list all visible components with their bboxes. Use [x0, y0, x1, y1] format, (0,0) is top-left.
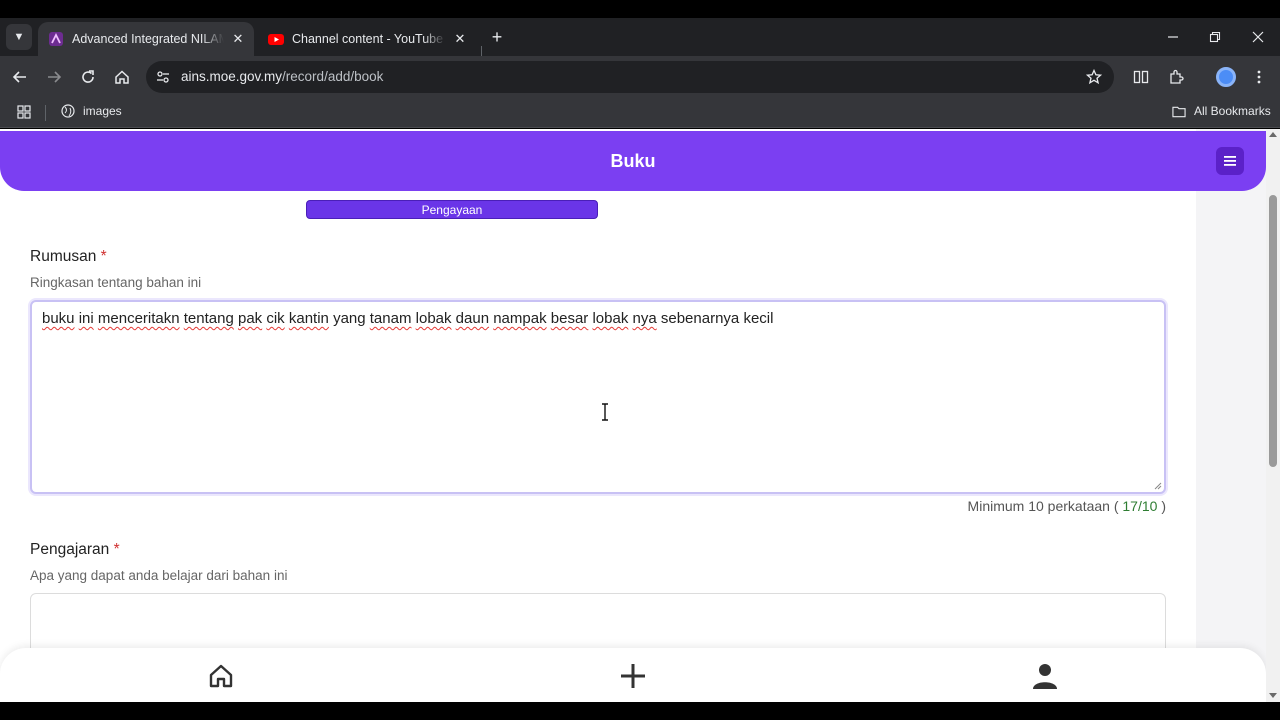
add-nav-button[interactable]	[617, 660, 649, 692]
scroll-down-icon[interactable]	[1269, 693, 1277, 698]
browser-menu-icon[interactable]	[1247, 65, 1271, 89]
page-scrollbar[interactable]	[1266, 129, 1280, 702]
tab-title: Advanced Integrated NILAM Sy	[72, 32, 224, 46]
home-nav-button[interactable]	[205, 660, 237, 692]
page-viewport: Buku Pengayaan Rumusan * Ringkasan tenta…	[0, 129, 1266, 702]
close-window-icon[interactable]	[1247, 26, 1269, 48]
browser-tab-bar: ▼ Advanced Integrated NILAM Sy ✕ Channel…	[0, 18, 1280, 64]
apps-grid-icon[interactable]	[16, 104, 32, 120]
minimize-icon[interactable]	[1162, 26, 1184, 48]
site-settings-icon[interactable]	[154, 68, 172, 86]
url-domain: ains.moe.gov.my	[181, 69, 283, 84]
rumusan-word: buku	[42, 310, 75, 327]
rumusan-word: ini	[78, 310, 94, 327]
counter-value: 17/10	[1122, 498, 1158, 514]
rumusan-word: daun	[455, 310, 490, 327]
rumusan-text: buku ini menceritakn tentang pak cik kan…	[42, 310, 773, 327]
screen: ▼ Advanced Integrated NILAM Sy ✕ Channel…	[0, 0, 1280, 720]
plus-icon	[621, 664, 645, 688]
home-icon	[209, 664, 233, 688]
profile-avatar-icon[interactable]	[1216, 67, 1236, 87]
app-header: Buku	[0, 131, 1266, 191]
tab-title: Channel content - YouTube Stu	[292, 32, 446, 46]
home-browser-icon[interactable]	[110, 65, 134, 89]
rumusan-label-text: Rumusan	[30, 248, 97, 265]
rumusan-word: kecil	[743, 310, 774, 327]
reading-list-icon[interactable]	[1129, 65, 1153, 89]
rumusan-word: lobak	[592, 310, 629, 327]
rumusan-word: kantin	[288, 310, 329, 327]
counter-suffix: )	[1157, 498, 1166, 514]
rumusan-word: nya	[632, 310, 657, 327]
rumusan-word: lobak	[415, 310, 452, 327]
tab-youtube-studio[interactable]: Channel content - YouTube Stu ✕	[258, 22, 476, 56]
rumusan-word: nampak	[493, 310, 547, 327]
rumusan-word: menceritakn	[97, 310, 180, 327]
rumusan-help: Ringkasan tentang bahan ini	[30, 275, 202, 290]
category-chip[interactable]: Pengayaan	[306, 200, 598, 219]
bottom-nav	[0, 648, 1266, 702]
back-icon[interactable]	[8, 65, 32, 89]
menu-icon	[1224, 156, 1236, 166]
pengajaran-label: Pengajaran *	[30, 541, 120, 559]
counter-prefix: Minimum 10 perkataan (	[967, 498, 1123, 514]
bookmark-separator	[45, 105, 46, 121]
word-counter: Minimum 10 perkataan ( 17/10 )	[860, 498, 1166, 514]
scroll-up-icon[interactable]	[1269, 132, 1277, 137]
rumusan-word: yang	[333, 310, 366, 327]
bookmark-label: images	[83, 104, 122, 118]
rumusan-word: sebenarnya	[660, 310, 740, 327]
globe-icon	[61, 104, 75, 118]
new-tab-icon[interactable]: +	[486, 26, 508, 48]
bottom-strip	[0, 702, 1280, 720]
rumusan-label: Rumusan *	[30, 248, 107, 266]
bookmark-star-icon[interactable]	[1084, 67, 1104, 87]
required-mark: *	[100, 248, 107, 265]
tab-search-dropdown-icon[interactable]: ▼	[6, 24, 32, 50]
all-bookmarks-label: All Bookmarks	[1194, 104, 1271, 118]
pengajaran-label-text: Pengajaran	[30, 541, 110, 558]
folder-icon	[1172, 104, 1186, 118]
text-cursor-icon	[602, 403, 608, 421]
all-bookmarks[interactable]: All Bookmarks	[1172, 104, 1271, 118]
extensions-icon[interactable]	[1164, 65, 1188, 89]
bookmarks-bar: images All Bookmarks	[0, 98, 1280, 128]
scroll-thumb[interactable]	[1269, 195, 1277, 467]
tab-close-icon[interactable]: ✕	[230, 31, 246, 47]
url-path: /record/add/book	[282, 69, 384, 84]
tab-ains[interactable]: Advanced Integrated NILAM Sy ✕	[38, 22, 254, 56]
browser-toolbar: ains.moe.gov.my/record/add/book	[0, 56, 1280, 98]
restore-icon[interactable]	[1204, 26, 1226, 48]
rumusan-word: cik	[266, 310, 285, 327]
hamburger-menu-button[interactable]	[1216, 147, 1244, 175]
page-title: Buku	[610, 150, 656, 171]
reload-icon[interactable]	[76, 65, 100, 89]
user-icon	[1033, 664, 1057, 689]
rumusan-textarea[interactable]: buku ini menceritakn tentang pak cik kan…	[30, 300, 1166, 494]
forward-icon[interactable]	[42, 65, 66, 89]
youtube-favicon-icon	[268, 31, 284, 47]
resize-handle-icon[interactable]	[1154, 482, 1162, 490]
required-mark: *	[113, 541, 120, 558]
ains-favicon-icon	[48, 31, 64, 47]
rumusan-word: besar	[550, 310, 589, 327]
rumusan-word: pak	[237, 310, 263, 327]
address-bar[interactable]: ains.moe.gov.my/record/add/book	[146, 61, 1114, 93]
tab-close-icon[interactable]: ✕	[452, 31, 468, 47]
bookmark-images[interactable]: images	[61, 104, 122, 118]
url-text: ains.moe.gov.my/record/add/book	[181, 69, 383, 84]
rumusan-word: tentang	[183, 310, 234, 327]
pengajaran-help: Apa yang dapat anda belajar dari bahan i…	[30, 568, 288, 583]
profile-nav-button[interactable]	[1029, 660, 1061, 692]
page-gutter	[1196, 129, 1266, 702]
rumusan-word: tanam	[369, 310, 412, 327]
